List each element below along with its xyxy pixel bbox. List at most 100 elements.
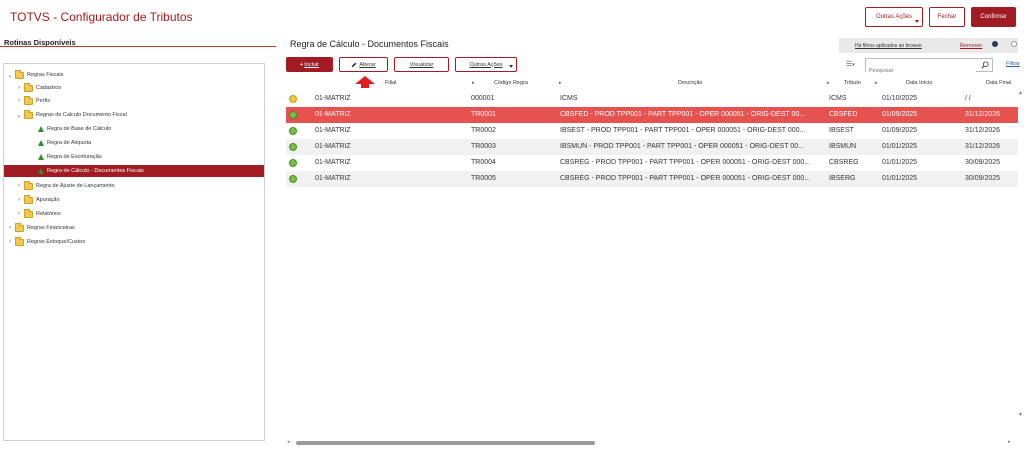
cell-filial: 01-MATRIZ [315, 111, 351, 118]
sort-icon[interactable]: ▸ [875, 80, 878, 86]
table-row[interactable]: 01-MATRIZ TR0003 IBSMUN - PROD TPP001 - … [286, 139, 1018, 155]
other-actions-label: Outras Ações [469, 61, 503, 68]
sort-icon[interactable]: ▸ [472, 80, 475, 86]
remove-filter-link[interactable]: Remover [960, 43, 982, 49]
dropdown-caret-icon [509, 65, 513, 68]
search-input[interactable] [866, 65, 976, 77]
cell-data-inicio: 01/09/2025 [882, 127, 918, 134]
search-icon[interactable] [981, 61, 989, 69]
radio-empty-icon[interactable] [1011, 41, 1017, 47]
search-input-box[interactable] [865, 58, 993, 77]
vertical-scrollbar[interactable] [1017, 80, 1023, 442]
chevron-right-icon[interactable]: › [7, 225, 13, 231]
cell-descricao: CBSREG - PROD TPP001 - PART TPP001 - OPE… [560, 175, 811, 182]
include-button[interactable]: + Incluir [286, 57, 333, 72]
column-header-data-final[interactable]: Data Final [986, 80, 1011, 86]
chevron-right-icon[interactable]: › [7, 239, 13, 245]
close-button[interactable]: Fechar [929, 7, 965, 27]
table-row[interactable]: 01-MATRIZ TR0002 IBSEST - PROD TPP001 - … [286, 123, 1018, 139]
tree-item-apuracao[interactable]: › Apuração [4, 194, 264, 206]
other-actions-button[interactable]: Outras Ações [455, 57, 517, 72]
edit-button[interactable]: Alterar [339, 57, 388, 72]
cell-data-final: 31/12/2026 [965, 143, 1001, 150]
cell-data-final: 30/09/2025 [965, 175, 1001, 182]
scroll-up-icon[interactable]: ▲ [1018, 90, 1023, 96]
scroll-right-icon[interactable]: ▸ [1008, 439, 1011, 445]
tree-item-cadastros[interactable]: › Cadastros [4, 82, 264, 94]
cell-filial: 01-MATRIZ [315, 95, 351, 102]
tree-item-regras-calculo-doc[interactable]: ⌄ Regras de Calculo Documento Fiscal [4, 109, 264, 121]
cell-data-inicio: 01/01/2025 [882, 175, 918, 182]
header-other-actions-button[interactable]: Outras Ações [865, 7, 923, 27]
filter-link[interactable]: Filtrar [1006, 61, 1020, 67]
cell-tributo: IBSERG [829, 175, 856, 182]
tree-item-aliquota[interactable]: Regra de Alíquota [4, 137, 264, 149]
horizontal-scrollbar-thumb[interactable] [296, 441, 595, 445]
include-label: Incluir [304, 61, 319, 68]
status-icon [289, 95, 297, 103]
chevron-right-icon[interactable]: › [16, 183, 22, 189]
cell-data-inicio: 01/10/2025 [882, 95, 918, 102]
tree-item-calculo-documentos[interactable]: Regra de Cálculo - Documentos Fiscais [4, 165, 264, 177]
tree-item-label: Regras Estoque/Custos [27, 239, 86, 245]
tree-item-ajuste-lancamento[interactable]: › Regra de Ajuste de Lançamento [4, 180, 264, 192]
cell-codigo: TR0004 [471, 159, 496, 166]
tree-item-perfis[interactable]: › Perfis [4, 95, 264, 107]
sort-icon[interactable]: ▸ [827, 80, 830, 86]
page-title: Regra de Cálculo - Documentos Fiscais [290, 39, 449, 49]
table-row[interactable]: 01-MATRIZ TR0004 CBSREG - PROD TPP001 - … [286, 155, 1018, 171]
folder-open-icon [24, 109, 33, 119]
folder-icon [15, 236, 24, 246]
tree-item-escrituracao[interactable]: Regra de Escrituração [4, 151, 264, 163]
tree-item-label: Cadastros [36, 85, 62, 91]
cell-data-final: 30/09/2025 [965, 159, 1001, 166]
view-label: Visualizar [409, 61, 434, 68]
column-header-data-inicio[interactable]: Data Início [906, 80, 932, 86]
radio-selected-icon[interactable] [992, 41, 998, 47]
chevron-right-icon[interactable]: › [16, 197, 22, 203]
status-icon [289, 111, 297, 119]
confirm-button[interactable]: Confirmar [971, 7, 1016, 27]
table-row[interactable]: 01-MATRIZ 000001 ICMS ICMS 01/10/2025 / … [286, 91, 1018, 107]
chevron-right-icon[interactable]: › [16, 211, 22, 217]
cell-codigo: 000001 [471, 95, 495, 102]
columns-icon[interactable]: ☰▾ [846, 60, 855, 68]
view-button[interactable]: Visualizar [394, 57, 449, 72]
filter-notice-link[interactable]: Há filtros aplicados ao browse [855, 43, 922, 49]
tree-item-label: Regra de Escrituração [47, 154, 102, 160]
chevron-right-icon[interactable]: › [16, 85, 22, 91]
tree-item-regras-financeiras[interactable]: › Regras Financeiras [4, 222, 264, 234]
status-icon [289, 159, 297, 167]
tree-item-relatorios[interactable]: › Relatórios [4, 208, 264, 220]
tree-item-regras-fiscais[interactable]: ⌄ Regras Fiscais [4, 69, 264, 81]
chevron-right-icon[interactable]: › [16, 98, 22, 104]
tree-item-base-calculo[interactable]: Regra de Base de Cálculo [4, 123, 264, 135]
cell-tributo: IBSEST [829, 127, 854, 134]
tree-item-label: Regra de Alíquota [47, 140, 92, 146]
table-row[interactable]: 01-MATRIZ TR0005 CBSREG - PROD TPP001 - … [286, 171, 1018, 187]
cell-codigo: TR0001 [471, 111, 496, 118]
rule-triangle-icon [38, 154, 44, 160]
cell-descricao: ICMS [560, 95, 578, 102]
tree-item-label: Regras Financeiras [27, 225, 75, 231]
rule-triangle-icon [38, 126, 44, 132]
app-title: TOTVS - Configurador de Tributos [10, 10, 193, 24]
cell-data-final: / / [965, 95, 971, 102]
folder-icon [24, 180, 33, 190]
edit-label: Alterar [359, 61, 376, 68]
sort-icon[interactable]: ▸ [559, 80, 562, 86]
chevron-down-icon[interactable]: ⌄ [7, 72, 13, 79]
table-row-selected[interactable]: 01-MATRIZ TR0001 CBSFED - PROD TPP001 - … [286, 107, 1018, 123]
app-window: TOTVS - Configurador de Tributos Outras … [0, 0, 1024, 463]
column-header-descricao[interactable]: Descrição [678, 80, 702, 86]
column-header-tributo[interactable]: Tributo [844, 80, 861, 86]
column-header-filial[interactable]: Filial [385, 80, 396, 86]
cell-codigo: TR0003 [471, 143, 496, 150]
folder-icon [24, 208, 33, 218]
scroll-down-icon[interactable]: ▼ [1018, 412, 1023, 418]
chevron-down-icon[interactable]: ⌄ [16, 112, 22, 119]
tree-item-regras-estoque[interactable]: › Regras Estoque/Custos [4, 236, 264, 248]
scroll-left-icon[interactable]: ◂ [287, 439, 290, 445]
column-header-codigo[interactable]: Código Regra [494, 80, 528, 86]
routines-tree: ⌄ Regras Fiscais › Cadastros › Perfis ⌄ … [3, 63, 265, 441]
